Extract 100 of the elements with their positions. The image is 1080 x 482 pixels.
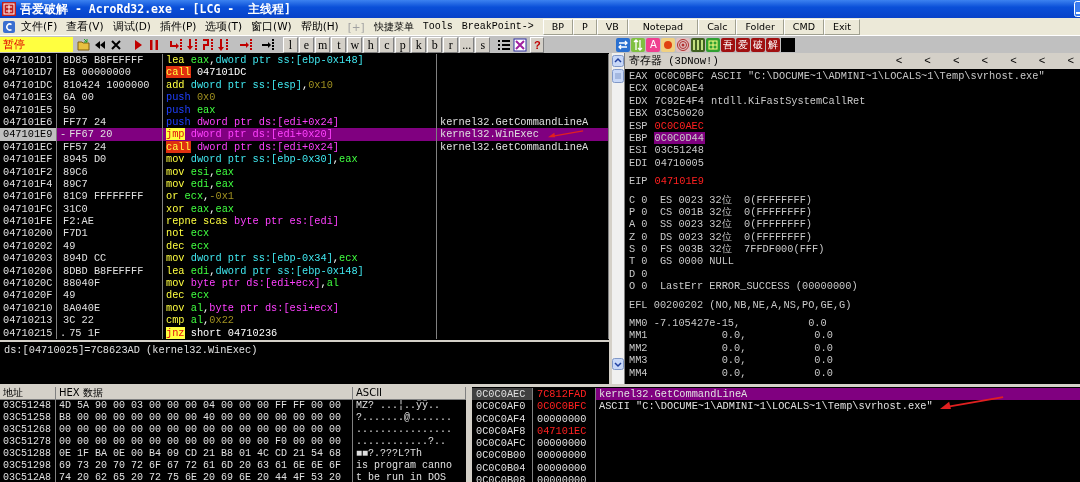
toolbar-button[interactable]: w bbox=[347, 36, 363, 53]
instruction: call dword ptr ds:[edi+0x24] bbox=[166, 140, 340, 153]
comment: kernel32.GetCommandLineA bbox=[440, 115, 589, 128]
address: 04710206 bbox=[0, 264, 57, 278]
plugin-button[interactable]: A bbox=[646, 37, 661, 52]
dump-address: 03C51298 bbox=[3, 460, 51, 471]
arrow-button[interactable]: < bbox=[895, 55, 903, 67]
target-icon[interactable] bbox=[676, 37, 691, 52]
record-icon[interactable] bbox=[661, 37, 676, 52]
menu-item[interactable]: 插件(P) bbox=[159, 19, 197, 34]
toolbar-button[interactable]: m bbox=[315, 36, 331, 53]
plugin-button[interactable]: 破 bbox=[751, 37, 766, 52]
menu-item[interactable]: 窗口(W) bbox=[251, 19, 292, 34]
quick-button[interactable]: Notepad bbox=[627, 18, 699, 35]
scroll-down-icon[interactable] bbox=[612, 358, 624, 370]
register-value[interactable]: 03C51248 bbox=[653, 144, 705, 157]
toolbar-button[interactable]: p bbox=[395, 36, 411, 53]
address: 047101EC bbox=[0, 140, 57, 154]
toolbar-button[interactable]: s bbox=[475, 36, 491, 53]
swap-icon[interactable] bbox=[616, 37, 631, 52]
register-value[interactable]: 04710005 bbox=[653, 156, 705, 170]
minimize-icon[interactable] bbox=[1074, 1, 1080, 17]
hex-bytes: 3C 22 bbox=[63, 314, 94, 327]
scroll-thumb[interactable] bbox=[612, 69, 624, 83]
menu-item[interactable]: Tools bbox=[422, 21, 453, 32]
menu-item[interactable]: 帮助(H) bbox=[300, 19, 339, 34]
arrow-button[interactable]: < bbox=[1010, 55, 1017, 67]
pane-title: 寄存器 (3DNow!) bbox=[629, 54, 719, 68]
arrow-button[interactable]: < bbox=[924, 55, 931, 67]
quick-button[interactable]: Exit bbox=[824, 18, 860, 35]
grid-window-icon[interactable] bbox=[513, 37, 528, 52]
mmx-register-line: MM1 0.0, 0.0 bbox=[629, 329, 833, 342]
toolbar-button[interactable]: t bbox=[331, 36, 347, 53]
quick-button[interactable]: VB bbox=[596, 18, 628, 35]
hex-bytes: 6A 00 bbox=[63, 91, 94, 104]
app-menu-icon[interactable] bbox=[3, 20, 15, 33]
toolbar-button[interactable]: ... bbox=[459, 36, 475, 53]
toolbar-button[interactable]: k bbox=[411, 36, 427, 53]
arrow-button[interactable]: < bbox=[1067, 55, 1074, 67]
menu-item[interactable]: 查看(V) bbox=[66, 19, 104, 34]
column-header[interactable]: ASCII bbox=[353, 387, 466, 400]
blank-tool-icon[interactable] bbox=[781, 37, 796, 52]
register-name: EDX bbox=[629, 94, 648, 108]
goto-icon[interactable] bbox=[261, 37, 275, 52]
menu-item[interactable]: BreakPoint-> bbox=[461, 21, 534, 32]
register-value[interactable]: 7C92E4F4 bbox=[653, 94, 705, 108]
column-header[interactable]: 地址 bbox=[0, 387, 56, 400]
instruction: mov al,byte ptr ds:[esi+ecx] bbox=[166, 301, 340, 314]
quick-button[interactable]: Folder bbox=[736, 18, 784, 35]
arrow-button[interactable]: < bbox=[1038, 55, 1046, 67]
stack-comment: ASCII "C:\DOCUME~1\ADMINI~1\LOCALS~1\Temp\svrhost.exe" bbox=[599, 400, 933, 413]
arrow-button[interactable]: < bbox=[981, 55, 989, 67]
step-into-icon[interactable] bbox=[169, 37, 183, 52]
menu-item[interactable]: 调试(D) bbox=[112, 19, 151, 34]
plugin-button[interactable]: 解 bbox=[766, 37, 781, 52]
address: 047101E9 bbox=[0, 128, 57, 141]
return-icon[interactable] bbox=[239, 37, 253, 52]
up-down-icon[interactable] bbox=[631, 37, 646, 52]
column-header[interactable]: HEX 数据 bbox=[56, 387, 353, 400]
close-icon[interactable] bbox=[109, 37, 123, 52]
list-icon[interactable] bbox=[497, 37, 512, 52]
quick-button[interactable]: CMD bbox=[783, 18, 824, 35]
quick-button[interactable]: P bbox=[573, 18, 597, 35]
bars-icon[interactable] bbox=[691, 37, 706, 52]
menu-item[interactable]: 快捷菜单 bbox=[373, 19, 414, 34]
menu-item[interactable]: 文件(F) bbox=[21, 19, 58, 34]
toolbar-button[interactable]: h bbox=[363, 36, 379, 53]
trace-into-icon[interactable] bbox=[201, 37, 215, 52]
step-over-icon[interactable] bbox=[185, 37, 199, 52]
quick-button[interactable]: BP bbox=[542, 18, 573, 35]
register-value[interactable]: 0C0C0AE4 bbox=[653, 82, 705, 95]
toolbar-button[interactable]: r bbox=[443, 36, 459, 53]
flag-line: P 0 CS 001B 32位 0(FFFFFFFF) bbox=[629, 205, 813, 219]
trace-over-icon[interactable] bbox=[217, 37, 231, 52]
ascii-text: MZ?‾...¦..ÿÿ.. bbox=[356, 400, 440, 411]
window-icon[interactable] bbox=[706, 37, 721, 52]
hex-bytes: 894D CC bbox=[63, 252, 107, 265]
toolbar-button[interactable]: b bbox=[427, 36, 443, 53]
quick-button[interactable]: Calc bbox=[698, 18, 737, 35]
register-value[interactable]: 047101E9 bbox=[653, 175, 705, 188]
toolbar-button[interactable]: l bbox=[283, 36, 298, 53]
ascii-text: ■■?.???L?Th bbox=[356, 448, 422, 459]
toolbar-button[interactable]: e bbox=[299, 36, 314, 53]
register-value[interactable]: 0C0C0D44 bbox=[653, 131, 705, 145]
toolbar-button[interactable]: c bbox=[379, 36, 395, 53]
register-value[interactable]: 0C0C0AEC bbox=[653, 119, 705, 132]
mmx-register-line: MM0 -7.105427e-15, 0.0 bbox=[629, 317, 827, 330]
address: 04710203 bbox=[0, 252, 57, 265]
help-button[interactable]: ? bbox=[530, 36, 545, 53]
pause-icon[interactable] bbox=[147, 37, 161, 52]
plugin-button[interactable]: 爱 bbox=[736, 37, 751, 52]
register-value[interactable]: 0C0C0BFC bbox=[653, 70, 705, 83]
mmx-register-line: MM2 0.0, 0.0 bbox=[629, 341, 833, 355]
menu-item[interactable]: 选项(T) bbox=[205, 19, 243, 34]
register-name: ESP bbox=[629, 119, 648, 132]
flag-line: D 0 bbox=[629, 267, 648, 281]
arrow-button[interactable]: < bbox=[952, 55, 960, 67]
register-value[interactable]: 03C50020 bbox=[653, 107, 705, 120]
plugin-button[interactable]: 吾 bbox=[721, 37, 736, 52]
scroll-up-icon[interactable] bbox=[612, 55, 624, 67]
